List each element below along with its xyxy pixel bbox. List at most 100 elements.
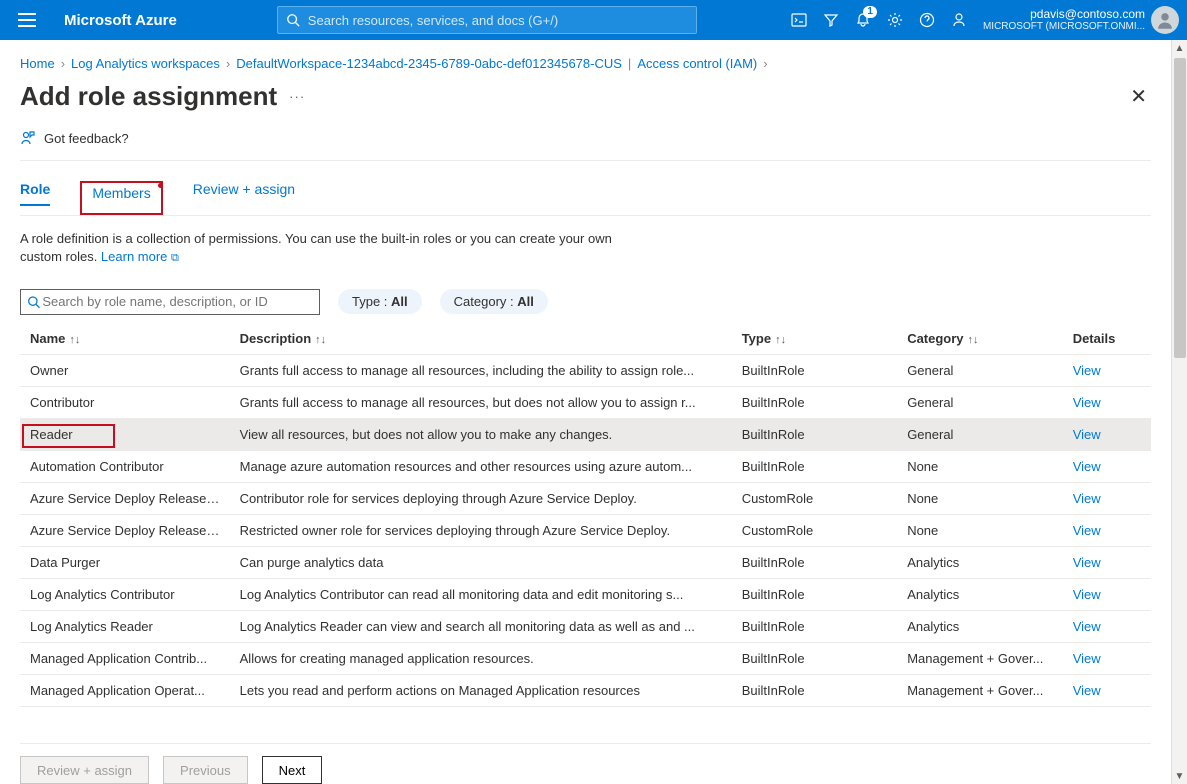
role-help-text: A role definition is a collection of per… bbox=[20, 230, 660, 267]
search-icon bbox=[27, 295, 40, 309]
tab-role[interactable]: Role bbox=[20, 181, 50, 205]
hamburger-menu-icon[interactable] bbox=[18, 8, 42, 32]
breadcrumb: Home › Log Analytics workspaces › Defaul… bbox=[20, 50, 1151, 81]
feedback-top-icon[interactable] bbox=[943, 0, 975, 40]
settings-gear-icon[interactable] bbox=[879, 0, 911, 40]
cell-details: View bbox=[1063, 610, 1151, 642]
cell-type: BuiltInRole bbox=[732, 386, 898, 418]
filter-type-pill[interactable]: Type : All bbox=[338, 289, 422, 314]
cell-type: BuiltInRole bbox=[732, 610, 898, 642]
brand-label[interactable]: Microsoft Azure bbox=[64, 12, 177, 29]
cell-category: General bbox=[897, 386, 1063, 418]
cell-category: Analytics bbox=[897, 546, 1063, 578]
cell-description: Lets you read and perform actions on Man… bbox=[230, 674, 732, 706]
view-link[interactable]: View bbox=[1073, 651, 1101, 666]
cell-category: None bbox=[897, 450, 1063, 482]
footer-actions: Review + assign Previous Next bbox=[20, 743, 1151, 784]
tab-review[interactable]: Review + assign bbox=[193, 181, 295, 205]
cell-details: View bbox=[1063, 354, 1151, 386]
table-row[interactable]: Managed Application Operat...Lets you re… bbox=[20, 674, 1151, 706]
chevron-right-icon: › bbox=[763, 56, 767, 71]
breadcrumb-home[interactable]: Home bbox=[20, 56, 55, 71]
scroll-thumb[interactable] bbox=[1174, 58, 1186, 358]
roles-table: Name↑↓ Description↑↓ Type↑↓ Category↑↓ D… bbox=[20, 323, 1151, 707]
col-header-type[interactable]: Type↑↓ bbox=[732, 323, 898, 355]
table-row[interactable]: ContributorGrants full access to manage … bbox=[20, 386, 1151, 418]
col-header-name[interactable]: Name↑↓ bbox=[20, 323, 230, 355]
table-row[interactable]: Log Analytics ContributorLog Analytics C… bbox=[20, 578, 1151, 610]
scroll-up-icon[interactable]: ▲ bbox=[1172, 40, 1187, 56]
role-search[interactable] bbox=[20, 289, 320, 315]
account-block[interactable]: pdavis@contoso.com MICROSOFT (MICROSOFT.… bbox=[983, 7, 1145, 33]
cell-description: Allows for creating managed application … bbox=[230, 642, 732, 674]
cell-description: View all resources, but does not allow y… bbox=[230, 418, 732, 450]
cell-details: View bbox=[1063, 418, 1151, 450]
feedback-label: Got feedback? bbox=[44, 131, 129, 146]
person-feedback-icon bbox=[20, 130, 36, 146]
view-link[interactable]: View bbox=[1073, 427, 1101, 442]
more-actions-icon[interactable]: ··· bbox=[289, 89, 305, 104]
cell-name: Owner bbox=[20, 354, 230, 386]
view-link[interactable]: View bbox=[1073, 459, 1101, 474]
cell-category: Analytics bbox=[897, 578, 1063, 610]
cell-details: View bbox=[1063, 514, 1151, 546]
breadcrumb-workspaces[interactable]: Log Analytics workspaces bbox=[71, 56, 220, 71]
table-row[interactable]: ReaderView all resources, but does not a… bbox=[20, 418, 1151, 450]
external-link-icon: ⧉ bbox=[171, 252, 179, 264]
help-icon[interactable] bbox=[911, 0, 943, 40]
cloud-shell-icon[interactable] bbox=[783, 0, 815, 40]
table-row[interactable]: Azure Service Deploy Release ...Contribu… bbox=[20, 482, 1151, 514]
cell-description: Log Analytics Reader can view and search… bbox=[230, 610, 732, 642]
cell-type: BuiltInRole bbox=[732, 354, 898, 386]
sort-icon: ↑↓ bbox=[775, 334, 786, 346]
table-row[interactable]: OwnerGrants full access to manage all re… bbox=[20, 354, 1151, 386]
cell-description: Restricted owner role for services deplo… bbox=[230, 514, 732, 546]
account-email: pdavis@contoso.com bbox=[983, 7, 1145, 21]
filter-category-pill[interactable]: Category : All bbox=[440, 289, 548, 314]
vertical-scrollbar[interactable]: ▲ ▼ bbox=[1171, 40, 1187, 784]
cell-type: BuiltInRole bbox=[732, 546, 898, 578]
view-link[interactable]: View bbox=[1073, 619, 1101, 634]
view-link[interactable]: View bbox=[1073, 363, 1101, 378]
avatar[interactable] bbox=[1151, 6, 1179, 34]
close-icon[interactable]: ✕ bbox=[1126, 84, 1151, 109]
cell-name: Log Analytics Contributor bbox=[20, 578, 230, 610]
directories-filter-icon[interactable] bbox=[815, 0, 847, 40]
view-link[interactable]: View bbox=[1073, 683, 1101, 698]
view-link[interactable]: View bbox=[1073, 491, 1101, 506]
review-assign-button: Review + assign bbox=[20, 756, 149, 784]
table-row[interactable]: Automation ContributorManage azure autom… bbox=[20, 450, 1151, 482]
tab-members-highlight: Members bbox=[80, 181, 162, 215]
table-row[interactable]: Data PurgerCan purge analytics dataBuilt… bbox=[20, 546, 1151, 578]
chevron-right-icon: › bbox=[61, 56, 65, 71]
col-header-description[interactable]: Description↑↓ bbox=[230, 323, 732, 355]
cell-type: CustomRole bbox=[732, 514, 898, 546]
cell-type: BuiltInRole bbox=[732, 674, 898, 706]
global-search-input[interactable] bbox=[306, 12, 688, 29]
table-row[interactable]: Log Analytics ReaderLog Analytics Reader… bbox=[20, 610, 1151, 642]
view-link[interactable]: View bbox=[1073, 555, 1101, 570]
global-search[interactable] bbox=[277, 6, 697, 34]
tab-members[interactable]: Members bbox=[92, 185, 150, 201]
col-header-category[interactable]: Category↑↓ bbox=[897, 323, 1063, 355]
table-row[interactable]: Managed Application Contrib...Allows for… bbox=[20, 642, 1151, 674]
cell-name: Log Analytics Reader bbox=[20, 610, 230, 642]
cell-description: Grants full access to manage all resourc… bbox=[230, 386, 732, 418]
chevron-right-icon: › bbox=[226, 56, 230, 71]
cell-category: None bbox=[897, 514, 1063, 546]
notifications-icon[interactable]: 1 bbox=[847, 0, 879, 40]
cell-name: Data Purger bbox=[20, 546, 230, 578]
breadcrumb-workspace[interactable]: DefaultWorkspace-1234abcd-2345-6789-0abc… bbox=[236, 56, 622, 71]
feedback-link[interactable]: Got feedback? bbox=[20, 112, 1151, 161]
learn-more-link[interactable]: Learn more ⧉ bbox=[101, 249, 179, 264]
cell-details: View bbox=[1063, 674, 1151, 706]
scroll-down-icon[interactable]: ▼ bbox=[1172, 768, 1187, 784]
role-search-input[interactable] bbox=[40, 293, 313, 310]
next-button[interactable]: Next bbox=[262, 756, 323, 784]
table-row[interactable]: Azure Service Deploy Release ...Restrict… bbox=[20, 514, 1151, 546]
view-link[interactable]: View bbox=[1073, 523, 1101, 538]
view-link[interactable]: View bbox=[1073, 395, 1101, 410]
cell-name: Azure Service Deploy Release ... bbox=[20, 514, 230, 546]
view-link[interactable]: View bbox=[1073, 587, 1101, 602]
breadcrumb-iam[interactable]: Access control (IAM) bbox=[637, 56, 757, 71]
